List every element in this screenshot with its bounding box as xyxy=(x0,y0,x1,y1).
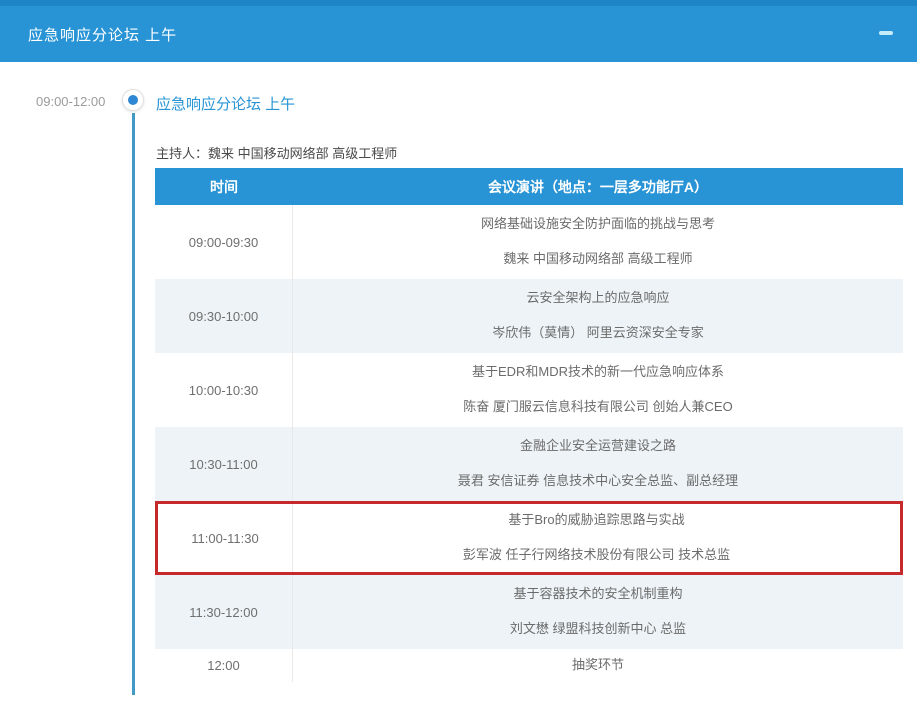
session-row: 10:00-10:30 基于EDR和MDR技术的新一代应急响应体系 陈奋 厦门服… xyxy=(155,353,903,427)
timeline-time-range: 09:00-12:00 xyxy=(36,94,105,109)
forum-header-title: 应急响应分论坛 上午 xyxy=(28,24,177,45)
session-row: 09:30-10:00 云安全架构上的应急响应 岑欣伟（莫情） 阿里云资深安全专… xyxy=(155,279,903,353)
session-title: 基于Bro的威胁追踪思路与实战 xyxy=(303,512,890,528)
collapse-minus-icon[interactable] xyxy=(879,31,893,35)
session-table: 时间 会议演讲（地点：一层多功能厅A） 09:00-09:30 网络基础设施安全… xyxy=(155,168,903,682)
session-speaker: 刘文懋 绿盟科技创新中心 总监 xyxy=(303,621,893,637)
session-title: 金融企业安全运营建设之路 xyxy=(303,438,893,454)
session-cell: 基于Bro的威胁追踪思路与实战 彭军波 任子行网络技术股份有限公司 技术总监 xyxy=(293,504,900,572)
session-speaker: 魏来 中国移动网络部 高级工程师 xyxy=(303,251,893,267)
session-title: 基于容器技术的安全机制重构 xyxy=(303,586,893,602)
session-time: 09:00-09:30 xyxy=(155,205,293,279)
session-cell: 金融企业安全运营建设之路 聂君 安信证券 信息技术中心安全总监、副总经理 xyxy=(293,427,903,501)
timeline-line xyxy=(132,113,135,695)
session-row: 11:30-12:00 基于容器技术的安全机制重构 刘文懋 绿盟科技创新中心 总… xyxy=(155,575,903,649)
session-title: 抽奖环节 xyxy=(303,657,893,673)
session-time: 09:30-10:00 xyxy=(155,279,293,353)
session-row: 11:00-11:30 基于Bro的威胁追踪思路与实战 彭军波 任子行网络技术股… xyxy=(155,501,903,575)
session-table-body: 09:00-09:30 网络基础设施安全防护面临的挑战与思考 魏来 中国移动网络… xyxy=(155,205,903,682)
session-time: 12:00 xyxy=(155,649,293,682)
column-header-time: 时间 xyxy=(155,168,293,205)
session-time: 11:30-12:00 xyxy=(155,575,293,649)
session-speaker: 彭军波 任子行网络技术股份有限公司 技术总监 xyxy=(303,547,890,563)
forum-header-bar[interactable]: 应急响应分论坛 上午 xyxy=(0,0,917,62)
session-cell: 网络基础设施安全防护面临的挑战与思考 魏来 中国移动网络部 高级工程师 xyxy=(293,205,903,279)
session-title: 基于EDR和MDR技术的新一代应急响应体系 xyxy=(303,364,893,380)
session-row: 10:30-11:00 金融企业安全运营建设之路 聂君 安信证券 信息技术中心安… xyxy=(155,427,903,501)
session-speaker: 聂君 安信证券 信息技术中心安全总监、副总经理 xyxy=(303,473,893,489)
host-line: 主持人：魏来 中国移动网络部 高级工程师 xyxy=(156,143,397,162)
column-header-session: 会议演讲（地点：一层多功能厅A） xyxy=(293,168,903,205)
session-cell: 云安全架构上的应急响应 岑欣伟（莫情） 阿里云资深安全专家 xyxy=(293,279,903,353)
session-cell: 基于EDR和MDR技术的新一代应急响应体系 陈奋 厦门服云信息科技有限公司 创始… xyxy=(293,353,903,427)
session-cell: 抽奖环节 xyxy=(293,649,903,682)
session-row: 09:00-09:30 网络基础设施安全防护面临的挑战与思考 魏来 中国移动网络… xyxy=(155,205,903,279)
section-title: 应急响应分论坛 上午 xyxy=(156,93,295,114)
dot-icon xyxy=(128,95,138,105)
session-time: 10:30-11:00 xyxy=(155,427,293,501)
session-speaker: 陈奋 厦门服云信息科技有限公司 创始人兼CEO xyxy=(303,399,893,415)
session-time: 11:00-11:30 xyxy=(158,504,293,572)
session-cell: 基于容器技术的安全机制重构 刘文懋 绿盟科技创新中心 总监 xyxy=(293,575,903,649)
timeline-bullet-icon xyxy=(122,89,144,111)
session-table-header: 时间 会议演讲（地点：一层多功能厅A） xyxy=(155,168,903,205)
session-speaker: 岑欣伟（莫情） 阿里云资深安全专家 xyxy=(303,325,893,341)
session-title: 网络基础设施安全防护面临的挑战与思考 xyxy=(303,216,893,232)
session-time: 10:00-10:30 xyxy=(155,353,293,427)
session-title: 云安全架构上的应急响应 xyxy=(303,290,893,306)
session-row: 12:00 抽奖环节 xyxy=(155,649,903,682)
